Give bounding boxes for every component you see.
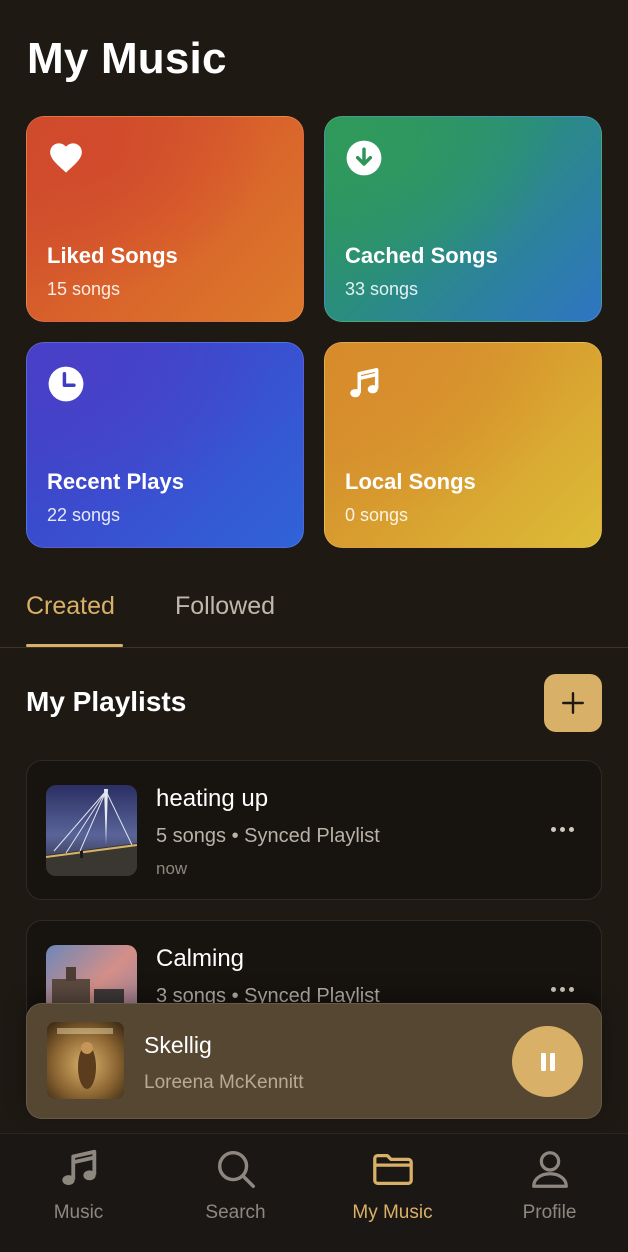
playlist-time: now	[156, 859, 188, 878]
playlist-name: heating up	[156, 785, 269, 812]
recent-plays-card[interactable]: Recent Plays 22 songs	[26, 342, 304, 548]
nav-my-music[interactable]: My Music	[314, 1134, 471, 1252]
plus-icon	[562, 692, 584, 714]
clock-icon	[48, 366, 84, 402]
heart-icon	[50, 143, 82, 173]
cached-songs-card[interactable]: Cached Songs 33 songs	[324, 116, 602, 322]
nav-label: Music	[53, 1202, 104, 1223]
section-title: My Playlists	[26, 686, 187, 717]
bottom-navigation: Music Search My Music Profile	[0, 1133, 628, 1252]
active-tab-indicator	[26, 644, 123, 647]
page-title: My Music	[27, 34, 227, 83]
card-count: 33 songs	[345, 279, 419, 299]
playlist-cover	[46, 785, 137, 876]
card-title: Liked Songs	[47, 243, 178, 268]
add-playlist-button[interactable]	[544, 674, 602, 732]
music-note-icon	[350, 368, 379, 398]
nav-label: Profile	[522, 1202, 577, 1223]
folder-icon	[372, 1153, 413, 1186]
playlist-tabs: Created Followed	[0, 580, 628, 648]
nav-music[interactable]: Music	[0, 1134, 157, 1252]
nav-profile[interactable]: Profile	[471, 1134, 628, 1252]
liked-songs-card[interactable]: Liked Songs 15 songs	[26, 116, 304, 322]
tab-followed[interactable]: Followed	[175, 592, 275, 621]
nav-search[interactable]: Search	[157, 1134, 314, 1252]
card-count: 22 songs	[47, 505, 121, 525]
album-art	[47, 1022, 124, 1099]
tab-created[interactable]: Created	[26, 592, 115, 621]
playlist-name: Calming	[156, 945, 245, 972]
search-icon	[217, 1150, 255, 1188]
nav-label: My Music	[352, 1202, 433, 1223]
my-music-screen: My Music Liked Songs 15 songs Cached Son…	[0, 0, 628, 1252]
person-icon	[531, 1151, 568, 1188]
card-title: Local Songs	[345, 469, 476, 494]
card-count: 0 songs	[345, 505, 409, 525]
playlist-item[interactable]: heating up 5 songs • Synced Playlist now	[26, 760, 602, 900]
nav-label: Search	[205, 1202, 266, 1223]
playlist-meta: 5 songs • Synced Playlist	[156, 825, 380, 847]
card-count: 15 songs	[47, 279, 121, 299]
track-title: Skellig	[144, 1032, 212, 1058]
pause-icon	[540, 1052, 555, 1071]
local-songs-card[interactable]: Local Songs 0 songs	[324, 342, 602, 548]
more-options-icon[interactable]	[551, 819, 581, 839]
pause-button[interactable]	[512, 1026, 583, 1097]
card-title: Cached Songs	[345, 243, 498, 268]
track-artist: Loreena McKennitt	[144, 1072, 304, 1093]
more-options-icon[interactable]	[551, 979, 581, 999]
now-playing-bar[interactable]: Skellig Loreena McKennitt	[26, 1003, 602, 1119]
card-title: Recent Plays	[47, 469, 184, 494]
music-note-icon	[61, 1149, 96, 1186]
download-icon	[346, 140, 382, 176]
